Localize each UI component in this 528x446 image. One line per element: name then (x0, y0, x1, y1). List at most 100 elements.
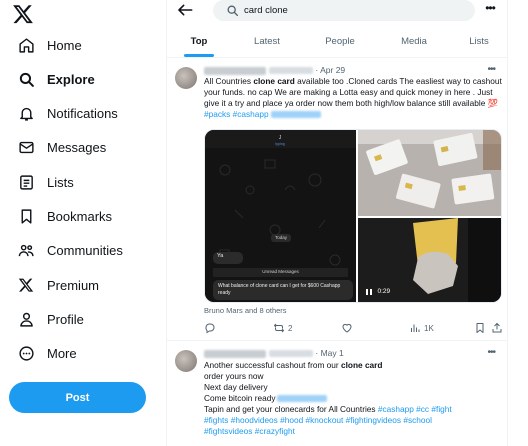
text-line: Next day delivery (204, 382, 504, 393)
nav-explore[interactable]: Explore (8, 64, 95, 94)
nav-lists[interactable]: Lists (8, 167, 74, 197)
tab-people[interactable]: People (303, 25, 377, 57)
text-line: Come bitcoin ready (204, 393, 504, 404)
media-video[interactable]: 0:29 (358, 218, 501, 302)
bookmark-icon (16, 206, 36, 226)
post-button[interactable]: Post (9, 382, 146, 413)
nav-notifications[interactable]: Notifications (8, 98, 118, 128)
tweet-divider (167, 340, 507, 341)
share-button[interactable] (491, 321, 503, 335)
display-name-redacted[interactable] (204, 349, 266, 358)
nav-communities[interactable]: Communities (8, 235, 123, 265)
tweet-date[interactable]: May 1 (321, 348, 344, 358)
tweet-text: Another successful cashout from our clon… (204, 360, 504, 437)
tweet-header: · May 1 (204, 348, 344, 358)
repost-button[interactable]: 2 (273, 321, 292, 335)
tab-label: People (325, 35, 355, 47)
text-line: Another successful cashout from our clon… (204, 360, 504, 371)
redacted-link[interactable] (277, 395, 328, 403)
cards-photo-image (358, 130, 501, 216)
nav-label: More (47, 345, 77, 361)
search-icon (227, 5, 239, 17)
hashtag-link[interactable]: #hoodvideos (231, 415, 278, 425)
liked-by-text[interactable]: Bruno Mars and 8 others (204, 306, 287, 315)
nav-label: Explore (47, 71, 95, 87)
repost-icon (274, 323, 284, 333)
hashtag-link[interactable]: #packs (204, 109, 230, 119)
nav-label: Home (47, 37, 82, 53)
hashtag-link[interactable]: #school (403, 415, 432, 425)
text-line: order yours now (204, 371, 504, 382)
tweet[interactable]: · May 1 ••• Another successful cashout f… (167, 342, 507, 446)
more-circle-icon (16, 343, 36, 363)
hashtag-link[interactable]: #cashapp (233, 109, 269, 119)
svg-text:typing: typing (275, 142, 284, 146)
unread-messages-label: Unread Messages (262, 269, 299, 274)
left-sidebar: Home Explore Notifications Messages List… (0, 0, 166, 446)
views-icon (411, 324, 420, 332)
chat-date-label: Today (274, 235, 287, 240)
nav-label: Profile (47, 311, 84, 327)
pause-icon[interactable] (366, 288, 368, 295)
tab-label: Latest (254, 35, 280, 47)
hashtag-link[interactable]: #cashapp (378, 404, 414, 414)
bookmark-button[interactable] (474, 321, 486, 335)
nav-messages[interactable]: Messages (8, 132, 106, 162)
nav-premium[interactable]: Premium (8, 270, 99, 300)
main-divider (507, 0, 508, 446)
tweet[interactable]: · Apr 29 ••• All Countries clone card av… (167, 59, 507, 341)
keyword-highlight: clone card (340, 360, 383, 370)
hashtag-link[interactable]: #crazyfight (255, 426, 295, 436)
like-button[interactable] (341, 321, 353, 335)
main-column: ••• Top Latest People Media Lists · Apr … (167, 0, 507, 446)
text-segment: Another successful cashout from our (204, 360, 341, 370)
x-logo-icon (16, 275, 36, 295)
views-button[interactable]: 1K (409, 321, 434, 335)
x-logo-icon[interactable] (12, 3, 34, 25)
video-controls: 0:29 (366, 288, 390, 295)
handle-redacted[interactable] (269, 67, 313, 75)
active-tab-indicator (184, 54, 214, 57)
search-tabs: Top Latest People Media Lists (167, 25, 507, 58)
reply-icon (205, 323, 215, 334)
tweet-media-grid[interactable]: J typing Today Ya Unread Messages What b… (204, 129, 502, 303)
reply-button[interactable] (204, 321, 216, 335)
tweet-more-icon[interactable]: ••• (487, 347, 495, 358)
hashtag-link[interactable]: #hood (280, 415, 303, 425)
hashtag-link[interactable]: #fight (431, 404, 451, 414)
tab-media[interactable]: Media (377, 25, 451, 57)
tab-lists[interactable]: Lists (451, 25, 507, 57)
more-options-icon[interactable]: ••• (480, 2, 500, 17)
back-arrow-icon[interactable] (177, 3, 193, 17)
nav-label: Premium (47, 277, 100, 293)
chat-message-text: What balance of clone card can I get for… (218, 283, 341, 296)
tweet-more-icon[interactable]: ••• (487, 64, 495, 75)
heart-icon (342, 323, 352, 333)
avatar[interactable] (175, 350, 197, 372)
tab-latest[interactable]: Latest (231, 25, 303, 57)
tab-label: Lists (469, 35, 489, 47)
search-input[interactable] (244, 0, 454, 21)
nav-label: Notifications (47, 105, 118, 121)
envelope-icon (16, 137, 36, 157)
avatar[interactable] (175, 67, 197, 89)
handle-redacted[interactable] (269, 350, 313, 358)
nav-more[interactable]: More (8, 338, 77, 368)
display-name-redacted[interactable] (204, 66, 266, 75)
tweet-actions: 2 1K (204, 321, 502, 335)
tweet-date[interactable]: Apr 29 (320, 65, 345, 75)
hashtag-link[interactable]: #fightingvideos (346, 415, 401, 425)
search-bar[interactable] (213, 0, 475, 21)
nav-home[interactable]: Home (8, 30, 82, 60)
tab-top[interactable]: Top (167, 25, 231, 57)
hashtag-link[interactable]: #knockout (306, 415, 344, 425)
hashtag-link[interactable]: #fightsvideos (204, 426, 252, 436)
chat-bubble-text: Ya (217, 253, 224, 259)
media-chat-screenshot[interactable]: J typing Today Ya Unread Messages What b… (205, 130, 356, 302)
redacted-link[interactable] (270, 111, 321, 119)
hashtag-link[interactable]: #cc (416, 404, 429, 414)
media-cards-photo[interactable] (358, 130, 501, 216)
nav-profile[interactable]: Profile (8, 304, 84, 334)
hashtag-link[interactable]: #fights (204, 415, 228, 425)
nav-bookmarks[interactable]: Bookmarks (8, 201, 112, 231)
